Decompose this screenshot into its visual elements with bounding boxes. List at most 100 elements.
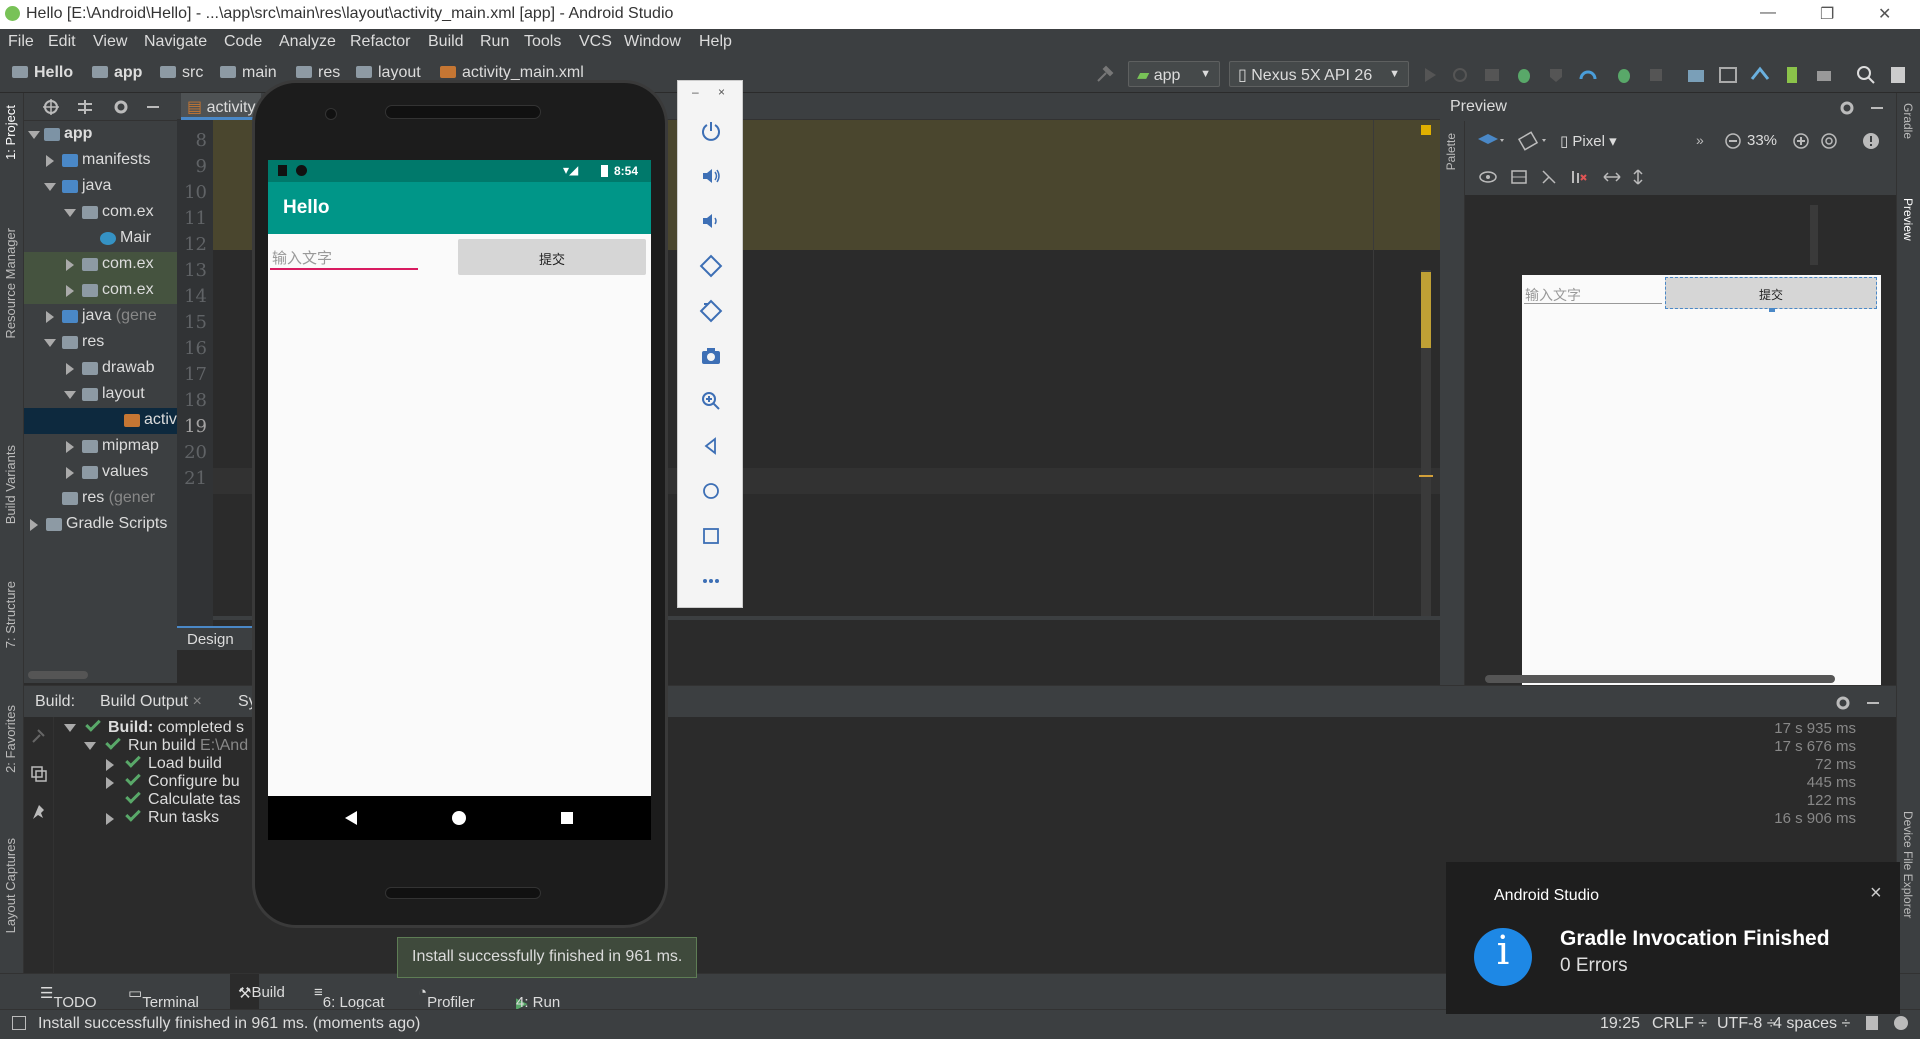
close-icon[interactable]: × — [718, 85, 725, 99]
coverage-icon[interactable] — [1546, 65, 1566, 85]
file-encoding[interactable]: UTF-8 ÷ — [1717, 1015, 1776, 1033]
tree-item-package-test[interactable]: com.ex — [24, 252, 177, 278]
user-icon[interactable] — [1888, 65, 1908, 85]
eye-icon[interactable] — [1478, 169, 1498, 185]
stop-icon[interactable] — [1646, 65, 1666, 85]
project-tool-tab[interactable]: 1: Project — [3, 105, 18, 160]
app-edittext[interactable]: 输入文字 — [270, 240, 420, 272]
tree-item-java-generated[interactable]: java (gene — [24, 304, 177, 330]
tree-item-app[interactable]: app — [24, 122, 177, 148]
restore-button[interactable]: ❐ — [1820, 4, 1834, 24]
editor-tab-activity-main[interactable]: ▤ activity — [181, 93, 261, 120]
tree-item-gradle-scripts[interactable]: Gradle Scripts — [24, 512, 177, 538]
close-notification-icon[interactable]: × — [1870, 882, 1882, 905]
menu-help[interactable]: Help — [699, 33, 732, 51]
menu-refactor[interactable]: Refactor — [350, 33, 410, 51]
sync-project-icon[interactable] — [1686, 65, 1706, 85]
preview-device-select[interactable]: ▯ Pixel ▾ — [1560, 132, 1617, 150]
back-icon[interactable] — [699, 434, 723, 458]
lock-icon[interactable] — [1866, 1016, 1878, 1030]
tree-item-mipmap[interactable]: mipmap — [24, 434, 177, 460]
clear-constraints-icon[interactable] — [1570, 169, 1588, 185]
caret-position[interactable]: 19:25 — [1600, 1015, 1640, 1033]
locate-target-icon[interactable] — [42, 98, 60, 116]
tree-item-res-generated[interactable]: res (gener — [24, 486, 177, 512]
collapse-all-icon[interactable] — [76, 98, 94, 116]
hide-panel-icon[interactable] — [1864, 694, 1882, 712]
emulator-screen[interactable]: ▾◢ 8:54 Hello 输入文字 提交 — [268, 160, 651, 840]
more-arrows-icon[interactable]: » — [1696, 132, 1704, 148]
toggle-tool-windows-icon[interactable] — [12, 1016, 26, 1030]
tree-item-layout[interactable]: layout — [24, 382, 177, 408]
search-icon[interactable] — [1856, 65, 1876, 85]
volume-down-icon[interactable] — [699, 209, 723, 233]
selection-handle[interactable] — [1769, 308, 1775, 312]
build-row-calculate-task-graph[interactable]: Calculate tas — [104, 788, 241, 809]
preview-edittext[interactable]: 输入文字 — [1525, 285, 1581, 305]
breadcrumb-main[interactable]: main — [220, 64, 277, 82]
overview-icon[interactable] — [699, 524, 723, 548]
preview-tab[interactable]: Preview — [1901, 198, 1915, 241]
logcat-tab[interactable]: ≡ 6: Logcat — [314, 984, 384, 1011]
tree-item-main-activity[interactable]: Mair — [24, 226, 177, 252]
blueprint-icon[interactable] — [1510, 169, 1528, 185]
tree-item-package[interactable]: com.ex — [24, 200, 177, 226]
palette-tab[interactable]: Palette — [1444, 133, 1458, 170]
gear-icon[interactable] — [1834, 694, 1852, 712]
preview-submit-button[interactable]: 提交 — [1665, 277, 1877, 309]
close-button[interactable]: ✕ — [1878, 4, 1891, 24]
preview-vscroll[interactable] — [1810, 205, 1818, 265]
home-nav-icon[interactable] — [451, 810, 467, 826]
menu-tools[interactable]: Tools — [524, 33, 561, 51]
toggle-view-icon[interactable] — [30, 765, 48, 783]
layers-icon[interactable] — [1476, 131, 1506, 151]
sdk-update-icon[interactable] — [1814, 65, 1834, 85]
power-icon[interactable] — [699, 119, 723, 143]
project-horizontal-scrollbar[interactable] — [28, 671, 88, 679]
build-row-run-build[interactable]: Run build E:\And — [84, 734, 248, 755]
menu-code[interactable]: Code — [224, 33, 262, 51]
camera-icon[interactable] — [699, 344, 723, 368]
editor-scroll-thumb[interactable] — [1421, 272, 1431, 348]
home-icon[interactable] — [699, 479, 723, 503]
breadcrumb-hello[interactable]: Hello — [12, 64, 73, 82]
rotate-right-icon[interactable] — [699, 299, 723, 323]
gear-icon[interactable] — [112, 98, 130, 116]
preview-layout-canvas[interactable]: 输入文字 提交 — [1522, 275, 1881, 685]
project-structure-icon[interactable] — [1718, 65, 1738, 85]
menu-view[interactable]: View — [93, 33, 127, 51]
pin-icon[interactable] — [30, 803, 48, 821]
zoom-to-fit-icon[interactable] — [1820, 132, 1838, 150]
zoom-out-icon[interactable] — [1724, 132, 1742, 150]
build-output-tab[interactable]: Build Output × — [100, 693, 202, 711]
tree-item-res[interactable]: res — [24, 330, 177, 356]
preview-hscroll[interactable] — [1485, 675, 1835, 683]
run-icon[interactable] — [1420, 65, 1440, 85]
apply-changes-icon[interactable] — [1450, 65, 1470, 85]
attach-debugger-icon[interactable] — [1614, 65, 1634, 85]
design-surface[interactable]: 输入文字 提交 — [1465, 195, 1896, 685]
tree-item-drawable[interactable]: drawab — [24, 356, 177, 382]
menu-window[interactable]: Window — [624, 33, 681, 51]
hammer-icon[interactable] — [30, 727, 48, 745]
menu-edit[interactable]: Edit — [48, 33, 76, 51]
apply-code-changes-icon[interactable] — [1482, 65, 1502, 85]
todo-tab[interactable]: ☰ TODO — [40, 984, 97, 1011]
menu-analyze[interactable]: Analyze — [279, 33, 336, 51]
tree-item-manifests[interactable]: manifests — [24, 148, 177, 174]
build-row-completed[interactable]: Build: completed s — [64, 716, 244, 737]
device-file-explorer-tab[interactable]: Device File Explorer — [1901, 811, 1915, 918]
hide-panel-icon[interactable] — [1868, 99, 1886, 117]
line-separator[interactable]: CRLF ÷ — [1652, 1015, 1707, 1033]
build-row-load-build[interactable]: Load build — [104, 752, 222, 773]
zoom-in-icon[interactable] — [1792, 132, 1810, 150]
debug-icon[interactable] — [1514, 65, 1534, 85]
tree-item-values[interactable]: values — [24, 460, 177, 486]
expand-horizontal-icon[interactable] — [1602, 169, 1622, 185]
favorites-tab[interactable]: 2: Favorites — [3, 705, 18, 773]
build-row-configure-build[interactable]: Configure bu — [104, 770, 240, 791]
profile-icon[interactable] — [1578, 65, 1598, 85]
tree-item-activity-main[interactable]: activ — [24, 408, 177, 434]
close-tab-icon[interactable]: × — [193, 693, 202, 710]
indent-setting[interactable]: 4 spaces ÷ — [1773, 1015, 1850, 1033]
